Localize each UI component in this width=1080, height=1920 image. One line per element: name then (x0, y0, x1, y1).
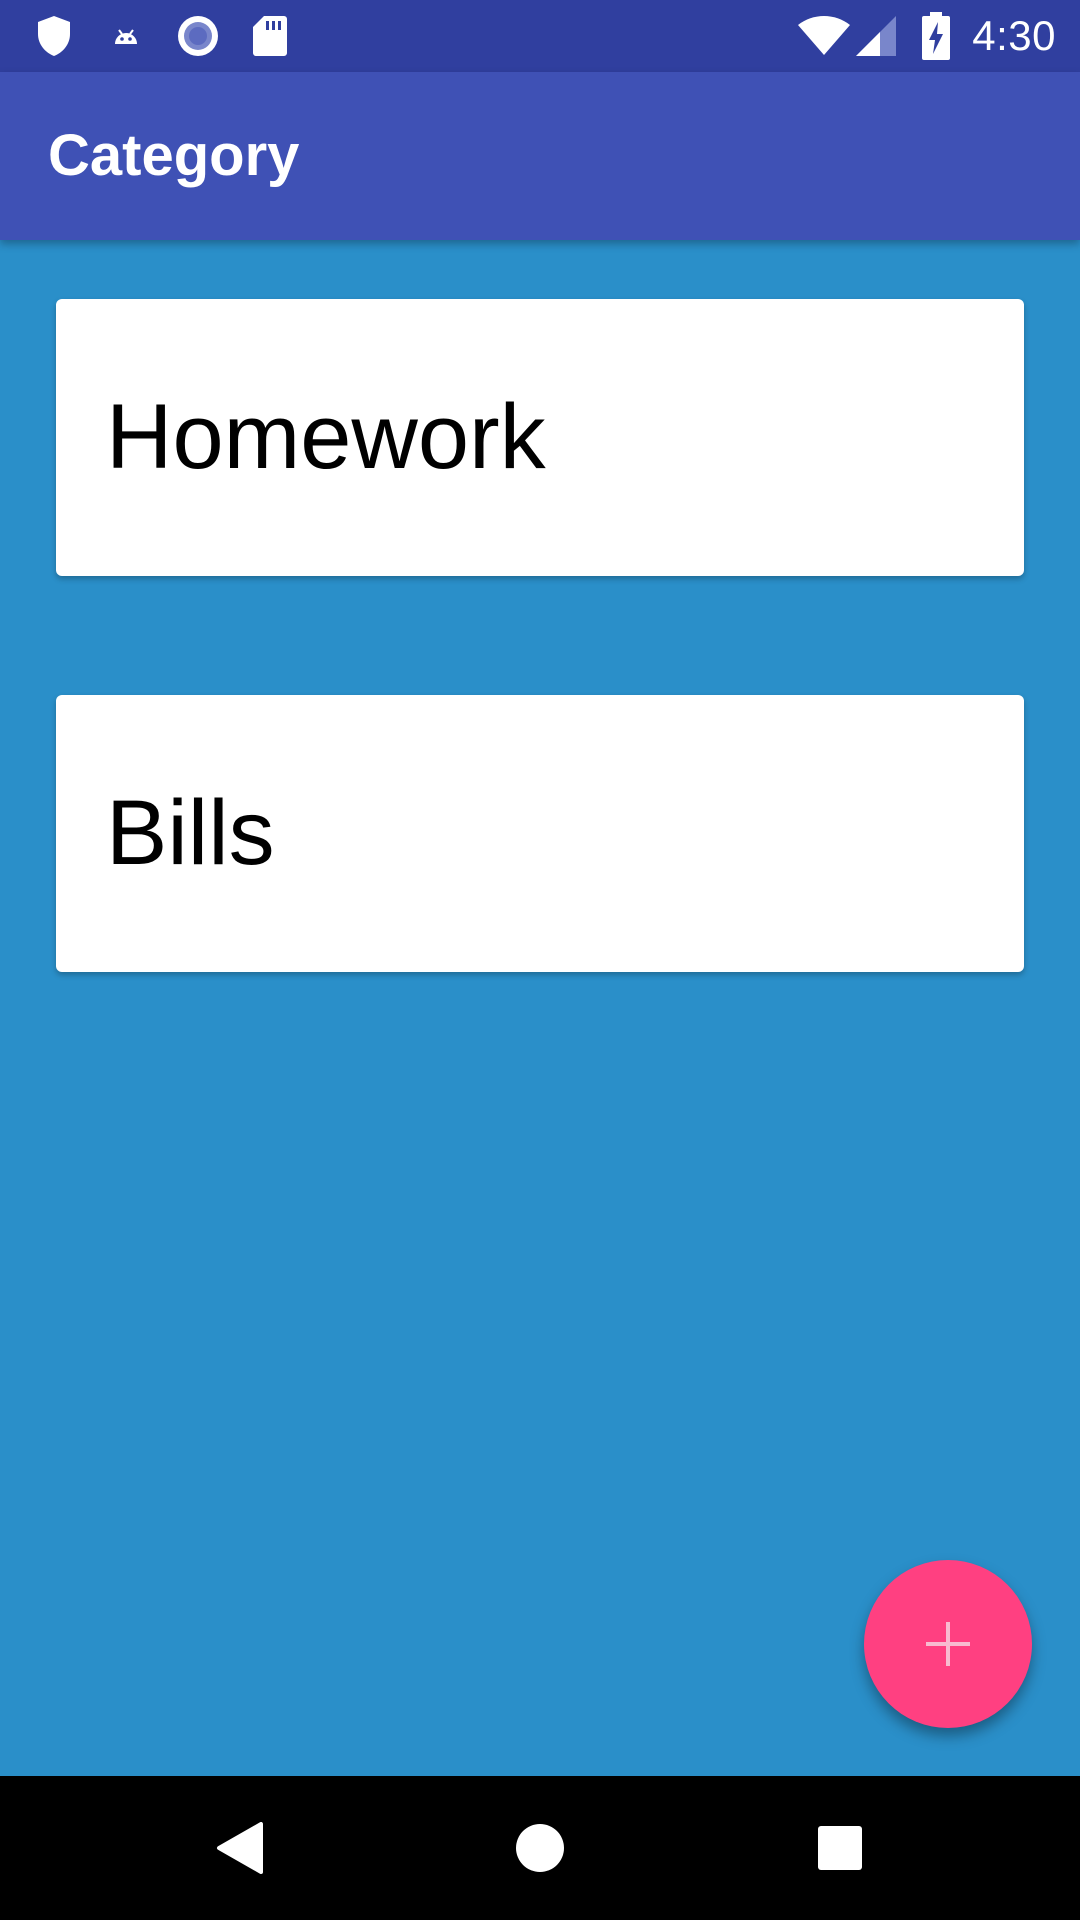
plus-icon (924, 1620, 972, 1668)
android-debug-icon (102, 12, 150, 60)
app-bar: Category (0, 72, 1080, 240)
screen: 4:30 Category Homework Bills (0, 0, 1080, 1920)
navigation-bar (0, 1776, 1080, 1920)
status-time: 4:30 (972, 12, 1056, 59)
category-label: Homework (106, 386, 546, 488)
page-title: Category (48, 123, 300, 188)
back-icon (215, 1822, 265, 1874)
sd-card-icon (246, 12, 294, 60)
shield-icon (30, 12, 78, 60)
recents-button[interactable] (804, 1812, 876, 1884)
recents-icon (817, 1825, 863, 1871)
add-category-button[interactable] (864, 1560, 1032, 1728)
back-button[interactable] (204, 1812, 276, 1884)
category-card-homework[interactable]: Homework (56, 299, 1024, 576)
wifi-icon (796, 12, 852, 60)
category-label: Bills (106, 782, 275, 884)
home-button[interactable] (504, 1812, 576, 1884)
category-card-bills[interactable]: Bills (56, 695, 1024, 972)
battery-charging-icon (912, 12, 960, 60)
record-circle-icon (174, 12, 222, 60)
cell-signal-icon (852, 12, 900, 60)
home-icon (514, 1822, 566, 1874)
status-bar: 4:30 (0, 0, 1080, 72)
